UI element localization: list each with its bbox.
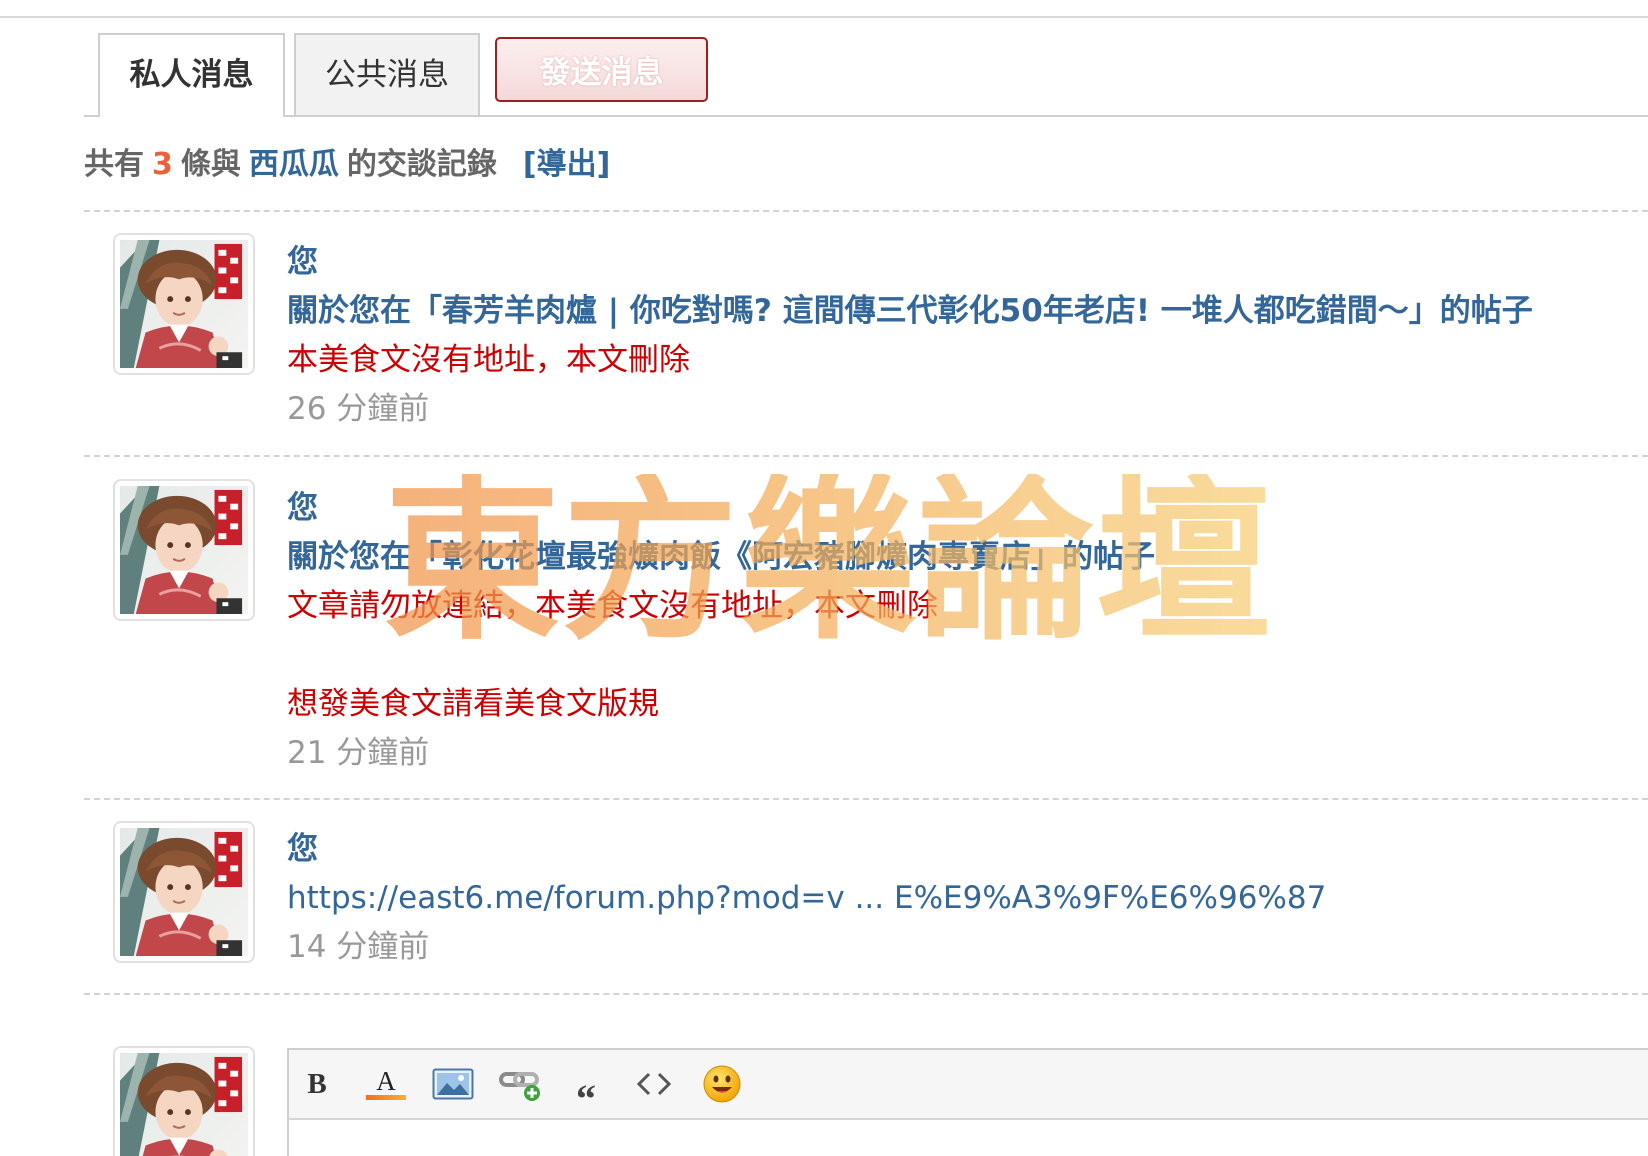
- link-icon-graphic: [499, 1072, 540, 1101]
- message-item: 您 https://east6.me/forum.php?mod=v ... E…: [287, 825, 1632, 972]
- message-title[interactable]: 關於您在「彰化花壇最強爌肉飯《阿宏豬腳爌肉專賣店」的帖子: [287, 533, 1632, 582]
- send-message-button[interactable]: 發送消息: [495, 37, 708, 102]
- font-color-swatch: [366, 1095, 406, 1100]
- message-body-line: 本美食文沒有地址，本文刪除: [287, 342, 690, 378]
- avatar[interactable]: [113, 821, 255, 963]
- top-divider: [0, 16, 1648, 18]
- link-icon[interactable]: [499, 1066, 543, 1102]
- avatar[interactable]: [113, 233, 255, 375]
- quote-icon[interactable]: “: [572, 1066, 600, 1121]
- avatar[interactable]: [113, 479, 255, 621]
- reply-editor[interactable]: B A “: [287, 1048, 1648, 1156]
- font-color-icon[interactable]: A: [366, 1066, 406, 1102]
- conversation-summary: 共有 3 條與 西瓜瓜 的交談記錄 [導出]: [84, 143, 610, 187]
- smiley-icon[interactable]: [702, 1065, 742, 1103]
- avatar-image: [120, 240, 248, 368]
- message-body-line: 文章請勿放連結，本美食文沒有地址，本文刪除: [287, 588, 938, 624]
- font-color-glyph: A: [376, 1066, 396, 1096]
- message-divider: [84, 455, 1648, 457]
- message-url-link[interactable]: https://east6.me/forum.php?mod=v ... E%E…: [287, 880, 1326, 916]
- my-avatar: [113, 1046, 255, 1156]
- image-icon-graphic: [432, 1068, 474, 1100]
- message-time: 21 分鐘前: [287, 735, 430, 771]
- message-time: 26 分鐘前: [287, 391, 430, 427]
- message-divider: [84, 993, 1648, 995]
- code-icon-graphic: [636, 1072, 672, 1096]
- summary-prefix: 共有: [84, 147, 144, 182]
- code-icon[interactable]: [636, 1066, 672, 1102]
- avatar-image: [120, 828, 248, 956]
- summary-suffix: 的交談記錄: [346, 147, 497, 182]
- message-divider: [84, 798, 1648, 800]
- smiley-icon-graphic: [703, 1065, 741, 1103]
- message-body-line: 想發美食文請看美食文版規: [287, 686, 659, 722]
- message-author[interactable]: 您: [287, 484, 1632, 533]
- bold-icon[interactable]: B: [304, 1066, 330, 1102]
- avatar-image: [120, 1053, 248, 1156]
- summary-mid: 條與: [180, 147, 241, 182]
- message-body-blank-line: [287, 631, 1632, 680]
- tab-bar-divider: [84, 115, 1648, 117]
- private-message-page: 私人消息 公共消息 發送消息 共有 3 條與 西瓜瓜 的交談記錄 [導出] 您 關於您在「…: [0, 0, 1648, 1156]
- tab-public-messages[interactable]: 公共消息: [294, 33, 480, 115]
- export-link[interactable]: [導出]: [523, 147, 610, 182]
- avatar-image: [120, 486, 248, 614]
- message-author[interactable]: 您: [287, 238, 1632, 287]
- message-item: 您 關於您在「春芳羊肉爐 | 你吃對嗎? 這間傳三代彰化50年老店! 一堆人都吃…: [287, 238, 1632, 434]
- message-title[interactable]: 關於您在「春芳羊肉爐 | 你吃對嗎? 這間傳三代彰化50年老店! 一堆人都吃錯間…: [287, 287, 1632, 336]
- message-time: 14 分鐘前: [287, 929, 430, 965]
- message-item: 您 關於您在「彰化花壇最強爌肉飯《阿宏豬腳爌肉專賣店」的帖子 文章請勿放連結，本…: [287, 484, 1632, 778]
- editor-toolbar: B A “: [289, 1050, 1648, 1121]
- message-divider: [84, 210, 1648, 212]
- conversation-user-link[interactable]: 西瓜瓜: [249, 147, 339, 182]
- message-author[interactable]: 您: [287, 825, 1632, 874]
- message-count: 3: [152, 147, 173, 182]
- image-icon[interactable]: [432, 1066, 474, 1102]
- tab-private-messages[interactable]: 私人消息: [98, 33, 285, 117]
